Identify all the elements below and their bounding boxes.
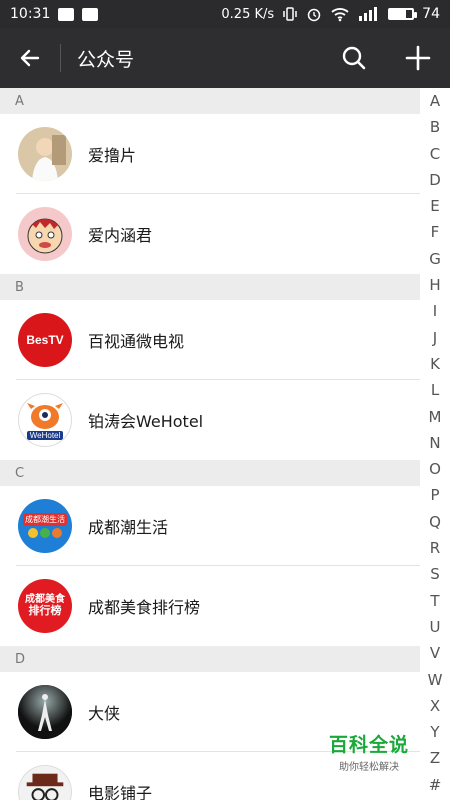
avatar bbox=[18, 765, 72, 800]
search-button[interactable] bbox=[322, 28, 386, 88]
index-letter-t[interactable]: T bbox=[420, 588, 450, 614]
avatar bbox=[18, 207, 72, 261]
image-notification-icon bbox=[58, 7, 75, 21]
index-letter-r[interactable]: R bbox=[420, 535, 450, 561]
list-item-name: 电影铺子 bbox=[88, 784, 153, 800]
avatar bbox=[18, 685, 72, 739]
watermark-subtitle: 助你轻松解决 bbox=[339, 762, 399, 773]
index-letter-h[interactable]: H bbox=[420, 272, 450, 298]
status-time: 10:31 bbox=[10, 6, 51, 22]
alphabet-index[interactable]: A B C D E F G H I J K L M N O P Q R S T U V W X Y Z # bbox=[420, 88, 450, 800]
index-letter-b[interactable]: B bbox=[420, 114, 450, 140]
status-bar: 10:31 0.25 K/s 74 bbox=[0, 0, 450, 28]
list-item-name: 铂涛会WeHotel bbox=[88, 412, 204, 431]
section-header-d: D bbox=[0, 646, 420, 672]
official-accounts-list: A 爱撸片 爱内涵君 B BesTV 百视通微电视 WeHotel 铂涛会WeH… bbox=[0, 88, 420, 800]
avatar: 成都美食 排行榜 bbox=[18, 579, 72, 633]
index-letter-l[interactable]: L bbox=[420, 377, 450, 403]
index-letter-n[interactable]: N bbox=[420, 430, 450, 456]
avatar: WeHotel bbox=[18, 393, 72, 447]
index-letter-m[interactable]: M bbox=[420, 404, 450, 430]
index-letter-x[interactable]: X bbox=[420, 693, 450, 719]
nav-bar: 公众号 bbox=[0, 28, 450, 88]
wifi-icon bbox=[331, 8, 349, 22]
avatar: 成都潮生活 bbox=[18, 499, 72, 553]
page-title: 公众号 bbox=[77, 48, 135, 71]
index-letter-q[interactable]: Q bbox=[420, 509, 450, 535]
index-letter-k[interactable]: K bbox=[420, 351, 450, 377]
list-item-aiNeiHanJun[interactable]: 爱内涵君 bbox=[0, 194, 420, 274]
list-item-bestv[interactable]: BesTV 百视通微电视 bbox=[0, 300, 420, 380]
list-item-name: 大侠 bbox=[88, 704, 121, 723]
back-button[interactable] bbox=[0, 28, 60, 88]
avatar-logo-text: BesTV bbox=[26, 333, 64, 347]
watermark-logo: 百科全说 助你轻松解决 bbox=[326, 730, 412, 773]
index-letter-i[interactable]: I bbox=[420, 298, 450, 324]
watermark-title: 百科全说 bbox=[328, 734, 409, 756]
list-item-name: 爱内涵君 bbox=[88, 226, 153, 245]
index-letter-d[interactable]: D bbox=[420, 167, 450, 193]
vibrate-icon bbox=[283, 7, 297, 21]
index-letter-c[interactable]: C bbox=[420, 141, 450, 167]
index-letter-v[interactable]: V bbox=[420, 640, 450, 666]
index-letter-u[interactable]: U bbox=[420, 614, 450, 640]
index-letter-f[interactable]: F bbox=[420, 219, 450, 245]
section-header-a: A bbox=[0, 88, 420, 114]
avatar-logo-text: 成都潮生活 bbox=[23, 512, 67, 526]
battery-level: 74 bbox=[422, 6, 440, 22]
avatar: BesTV bbox=[18, 313, 72, 367]
index-letter-z[interactable]: Z bbox=[420, 745, 450, 771]
signal-icon bbox=[359, 7, 378, 21]
alarm-icon bbox=[307, 8, 321, 22]
index-letter-g[interactable]: G bbox=[420, 246, 450, 272]
index-letter-a[interactable]: A bbox=[420, 88, 450, 114]
index-letter-o[interactable]: O bbox=[420, 456, 450, 482]
avatar bbox=[18, 127, 72, 181]
list-item-name: 成都美食排行榜 bbox=[88, 598, 201, 617]
index-letter-e[interactable]: E bbox=[420, 193, 450, 219]
index-letter-y[interactable]: Y bbox=[420, 719, 450, 745]
list-item-wehotel[interactable]: WeHotel 铂涛会WeHotel bbox=[0, 380, 420, 460]
section-header-b: B bbox=[0, 274, 420, 300]
battery-icon bbox=[388, 8, 418, 20]
list-item-name: 爱撸片 bbox=[88, 146, 137, 165]
app-notification-icon bbox=[82, 7, 99, 21]
section-header-c: C bbox=[0, 460, 420, 486]
avatar-logo-text: WeHotel bbox=[26, 430, 64, 440]
search-icon bbox=[342, 46, 366, 70]
avatar-logo-text: 排行榜 bbox=[28, 604, 62, 618]
list-item-chengdu-chaoshenghuo[interactable]: 成都潮生活 成都潮生活 bbox=[0, 486, 420, 566]
network-speed: 0.25 K/s bbox=[221, 6, 275, 22]
arrow-left-icon bbox=[20, 49, 40, 67]
plus-icon bbox=[405, 45, 431, 71]
list-item-aiLuPian[interactable]: 爱撸片 bbox=[0, 114, 420, 194]
index-letter-j[interactable]: J bbox=[420, 325, 450, 351]
index-letter-p[interactable]: P bbox=[420, 482, 450, 508]
list-item-chengdu-meishi[interactable]: 成都美食 排行榜 成都美食排行榜 bbox=[0, 566, 420, 646]
index-letter-hash[interactable]: # bbox=[420, 772, 450, 798]
index-letter-w[interactable]: W bbox=[420, 667, 450, 693]
index-letter-s[interactable]: S bbox=[420, 561, 450, 587]
list-item-name: 成都潮生活 bbox=[88, 518, 169, 537]
list-item-name: 百视通微电视 bbox=[88, 332, 185, 351]
nav-divider bbox=[60, 44, 61, 72]
add-button[interactable] bbox=[386, 28, 450, 88]
